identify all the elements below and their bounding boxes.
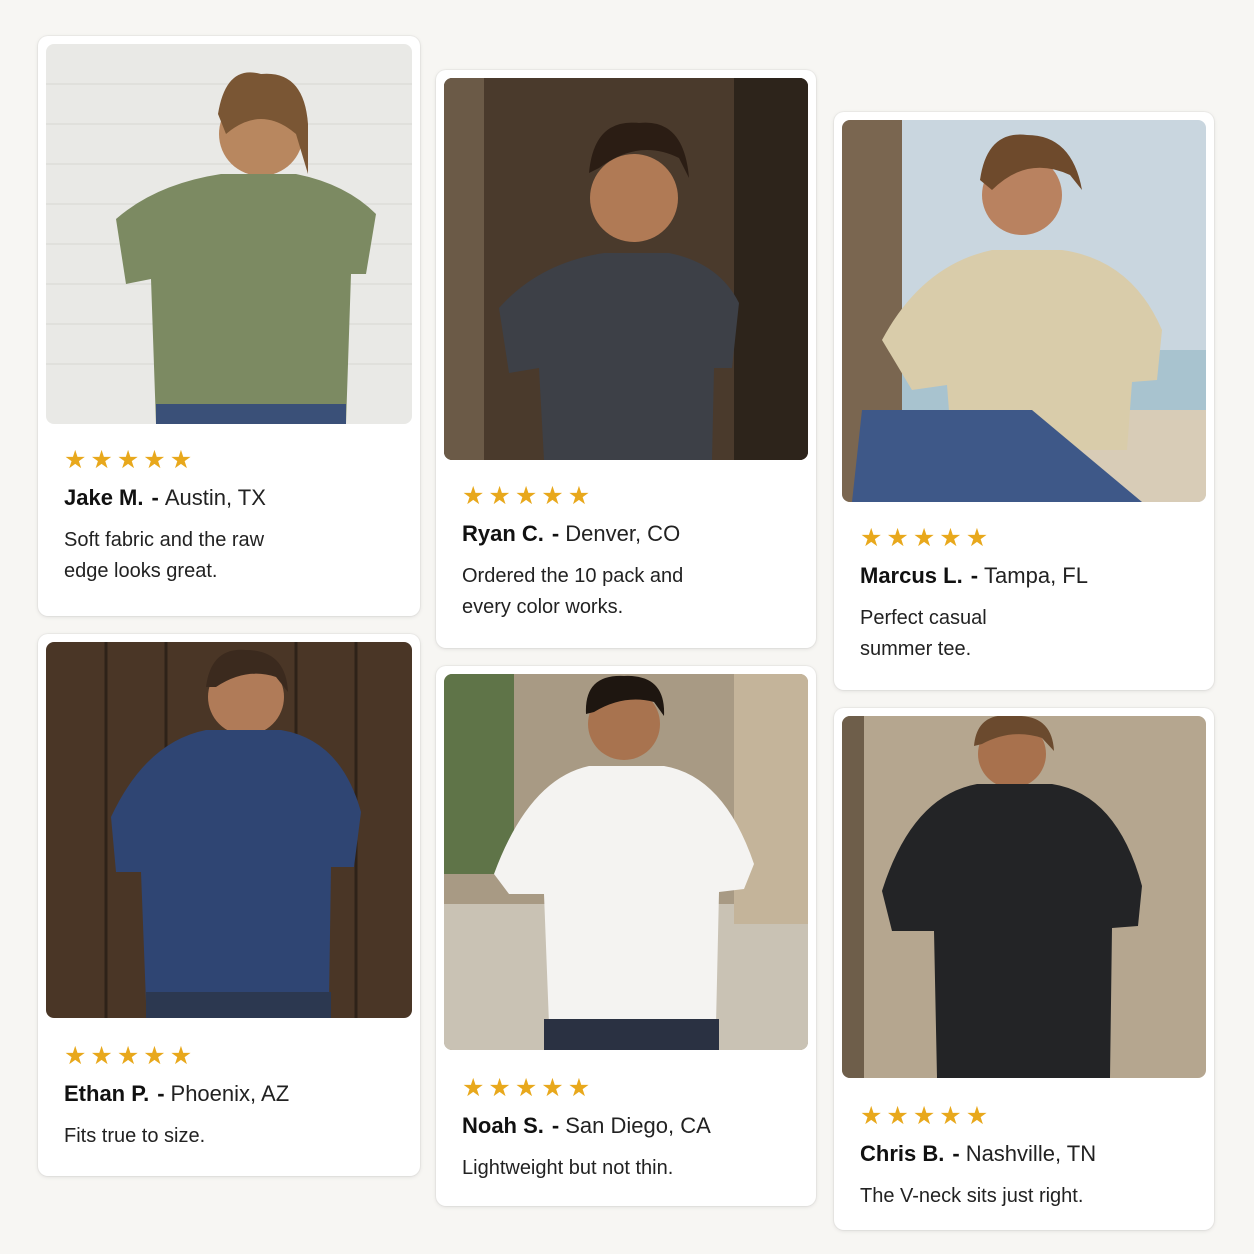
review-text: Fits true to size.	[64, 1121, 400, 1152]
star-icon: ★	[488, 1074, 511, 1102]
star-icon: ★	[541, 482, 564, 510]
review-text-line: Perfect casual	[860, 607, 987, 629]
reviewer-name: Noah S.	[462, 1113, 544, 1138]
star-icon: ★	[143, 1042, 166, 1070]
star-icon: ★	[567, 482, 591, 510]
star-icon: ★	[169, 446, 193, 474]
star-icon: ★	[886, 524, 909, 552]
star-icon: ★	[886, 1102, 909, 1130]
reviewer-name: Chris B.	[860, 1141, 945, 1166]
reviewer-name: Ryan C.	[462, 521, 544, 546]
reviewer-line: Ryan C. - Denver, CO	[462, 521, 796, 547]
reviewer-line: Jake M. - Austin, TX	[64, 485, 400, 511]
rating-stars: ★ ★ ★ ★ ★	[64, 1044, 400, 1069]
rating-stars: ★ ★ ★ ★ ★	[64, 448, 400, 473]
review-card-marcus[interactable]: ★ ★ ★ ★ ★ Marcus L. - Tampa, FL Perfect ca…	[834, 112, 1214, 690]
review-photo	[46, 44, 412, 424]
review-photo	[842, 120, 1206, 502]
reviewer-location: San Diego, CA	[565, 1113, 711, 1138]
review-text-line: Fits true to size.	[64, 1125, 206, 1147]
star-icon: ★	[965, 524, 989, 552]
separator: -	[952, 1141, 960, 1166]
star-icon: ★	[90, 446, 113, 474]
star-icon: ★	[912, 1102, 936, 1130]
shirt	[111, 730, 361, 1002]
star-icon: ★	[567, 1074, 591, 1102]
review-card-ryan[interactable]: ★ ★ ★ ★ ★ Ryan C. - Denver, CO Ordered the…	[436, 70, 816, 648]
star-icon: ★	[462, 482, 485, 510]
review-card-chris[interactable]: ★ ★ ★ ★ ★ Chris B. - Nashville, TN The V-n…	[834, 708, 1214, 1230]
star-icon: ★	[116, 1042, 140, 1070]
star-icon: ★	[514, 482, 538, 510]
reviewer-location: Denver, CO	[565, 521, 681, 546]
review-text-line: summer tee.	[860, 638, 972, 660]
review-photo	[444, 674, 808, 1050]
review-text: Ordered the 10 pack and every color work…	[462, 561, 796, 623]
star-icon: ★	[488, 482, 511, 510]
review-text-line: Soft fabric and the raw	[64, 529, 265, 551]
star-icon: ★	[541, 1074, 564, 1102]
separator: -	[970, 563, 979, 588]
star-icon: ★	[116, 446, 140, 474]
reviewer-location: Tampa, FL	[984, 563, 1088, 588]
reviewer-location: Austin, TX	[164, 485, 266, 510]
star-icon: ★	[514, 1074, 538, 1102]
star-icon: ★	[939, 1102, 962, 1130]
reviewer-location: Nashville, TN	[965, 1141, 1097, 1166]
review-text-line: every color works.	[462, 596, 624, 618]
star-icon: ★	[169, 1042, 193, 1070]
separator: -	[157, 1081, 165, 1106]
reviewer-line: Ethan P. - Phoenix, AZ	[64, 1081, 400, 1107]
rating-stars: ★ ★ ★ ★ ★	[462, 1076, 796, 1101]
star-icon: ★	[64, 446, 87, 474]
review-text-line: Ordered the 10 pack and	[462, 565, 684, 587]
review-text-line: edge looks great.	[64, 560, 218, 582]
star-icon: ★	[860, 524, 883, 552]
star-icon: ★	[64, 1042, 87, 1070]
reviewer-name: Ethan P.	[64, 1081, 150, 1106]
rating-stars: ★ ★ ★ ★ ★	[860, 526, 1194, 551]
star-icon: ★	[965, 1102, 989, 1130]
reviewer-name: Jake M.	[64, 485, 144, 510]
separator: -	[551, 521, 560, 546]
star-icon: ★	[90, 1042, 113, 1070]
review-text: The V-neck sits just right.	[860, 1181, 1194, 1212]
rating-stars: ★ ★ ★ ★ ★	[860, 1104, 1194, 1129]
review-photo	[46, 642, 412, 1018]
review-photo	[842, 716, 1206, 1078]
review-text: Perfect casual summer tee.	[860, 603, 1194, 665]
star-icon: ★	[939, 524, 962, 552]
rating-stars: ★ ★ ★ ★ ★	[462, 484, 796, 509]
review-card-noah[interactable]: ★ ★ ★ ★ ★ Noah S. - San Diego, CA Lightwei…	[436, 666, 816, 1206]
star-icon: ★	[912, 524, 936, 552]
reviewer-line: Noah S. - San Diego, CA	[462, 1113, 796, 1139]
separator: -	[551, 1113, 560, 1138]
reviewer-line: Chris B. - Nashville, TN	[860, 1141, 1194, 1167]
star-icon: ★	[143, 446, 166, 474]
review-text-line: The V-neck sits just right.	[860, 1185, 1084, 1207]
shirt	[116, 174, 376, 424]
review-card-ethan[interactable]: ★ ★ ★ ★ ★ Ethan P. - Phoenix, AZ Fits true…	[38, 634, 420, 1176]
separator: -	[151, 485, 159, 510]
reviewer-line: Marcus L. - Tampa, FL	[860, 563, 1194, 589]
reviewer-location: Phoenix, AZ	[170, 1081, 290, 1106]
reviewer-name: Marcus L.	[860, 563, 963, 588]
star-icon: ★	[860, 1102, 883, 1130]
review-photo	[444, 78, 808, 460]
review-text: Soft fabric and the raw edge looks great…	[64, 525, 400, 587]
star-icon: ★	[462, 1074, 485, 1102]
review-text: Lightweight but not thin.	[462, 1153, 796, 1184]
review-card-jake[interactable]: ★ ★ ★ ★ ★ Jake M. - Austin, TX Soft fabric…	[38, 36, 420, 616]
review-text-line: Lightweight but not thin.	[462, 1157, 674, 1179]
